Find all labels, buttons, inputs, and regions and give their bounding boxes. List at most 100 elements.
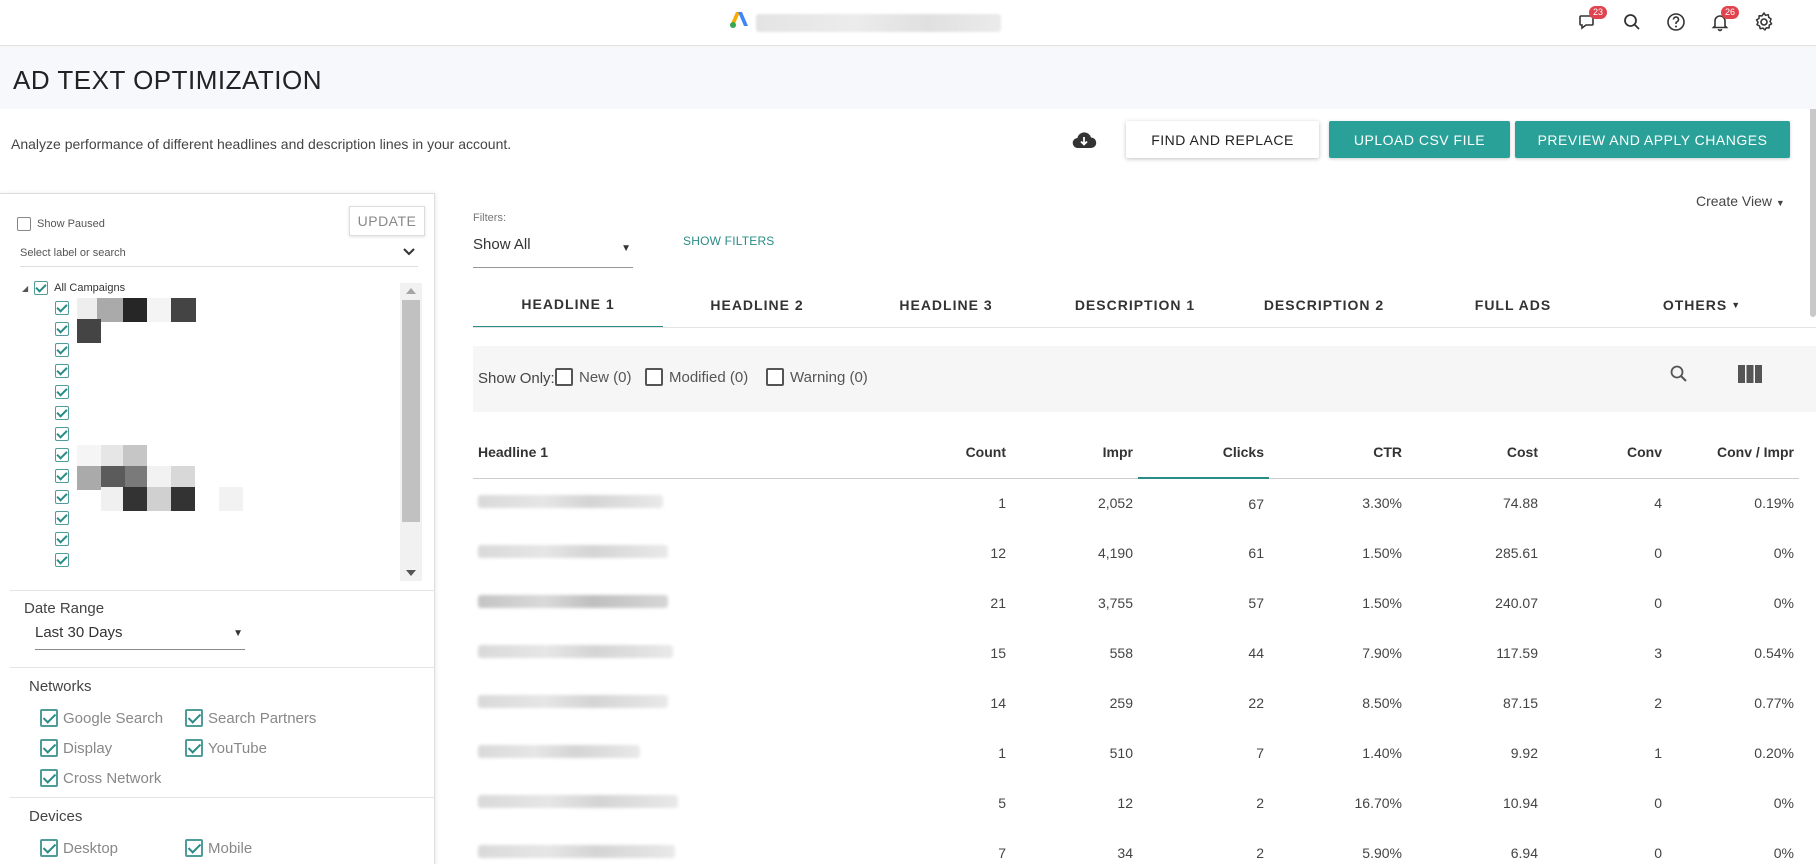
campaign-checkbox[interactable] — [55, 447, 69, 462]
col-cost[interactable]: Cost — [1407, 426, 1543, 479]
scroll-thumb[interactable] — [402, 300, 420, 522]
network-google-search-checkbox[interactable]: Google Search — [40, 709, 163, 727]
all-campaigns-checkbox[interactable] — [34, 281, 49, 295]
preview-apply-button[interactable]: PREVIEW AND APPLY CHANGES — [1515, 121, 1790, 158]
col-conv[interactable]: Conv — [1543, 426, 1667, 479]
campaign-row[interactable] — [22, 465, 402, 490]
columns-icon[interactable] — [1738, 365, 1762, 388]
network-display-checkbox[interactable]: Display — [40, 739, 112, 757]
col-conv-impr[interactable]: Conv / Impr — [1667, 426, 1799, 479]
table-row[interactable]: 12 4,190 61 1.50% 285.61 0 0% — [473, 528, 1799, 578]
device-mobile-checkbox[interactable]: Mobile — [185, 839, 252, 857]
campaign-row[interactable] — [22, 507, 402, 528]
campaign-checkbox[interactable] — [55, 489, 69, 504]
filters-value: Show All — [473, 236, 531, 253]
label-search-input[interactable]: Select label or search — [20, 247, 418, 267]
show-new-checkbox[interactable]: New (0) — [555, 368, 632, 386]
campaign-checkbox[interactable] — [55, 405, 69, 420]
cell-count: 1 — [998, 745, 1006, 761]
tab-headline-2[interactable]: HEADLINE 2 — [662, 282, 852, 328]
campaign-row[interactable] — [22, 318, 402, 343]
col-ctr[interactable]: CTR — [1269, 426, 1407, 479]
table-search-icon[interactable] — [1669, 364, 1689, 389]
table-row[interactable]: 21 3,755 57 1.50% 240.07 0 0% — [473, 578, 1799, 628]
account-selector[interactable] — [730, 12, 1001, 33]
table-row[interactable]: 1 2,052 67 3.30% 74.88 4 0.19% — [473, 478, 1799, 528]
network-search-partners-checkbox[interactable]: Search Partners — [185, 709, 316, 727]
campaign-checkbox[interactable] — [55, 321, 69, 336]
table-row[interactable]: 1 510 7 1.40% 9.92 1 0.20% — [473, 728, 1799, 778]
scroll-up-icon[interactable] — [406, 288, 416, 294]
network-youtube-checkbox[interactable]: YouTube — [185, 739, 267, 757]
campaign-row[interactable] — [22, 549, 402, 570]
show-filters-link[interactable]: SHOW FILTERS — [683, 234, 775, 248]
chevron-down-icon[interactable] — [402, 247, 416, 260]
help-icon[interactable] — [1664, 9, 1688, 35]
campaign-checkbox[interactable] — [55, 531, 69, 546]
show-paused-checkbox[interactable]: Show Paused — [17, 217, 105, 231]
col-impr[interactable]: Impr — [1011, 426, 1138, 479]
campaign-checkbox[interactable] — [55, 552, 69, 567]
campaign-row[interactable] — [22, 444, 402, 469]
cell-conv-impr: 0% — [1773, 795, 1794, 811]
device-desktop-checkbox[interactable]: Desktop — [40, 839, 118, 857]
chat-icon[interactable]: 23 — [1576, 6, 1607, 35]
search-icon[interactable] — [1620, 9, 1644, 35]
campaign-checkbox[interactable] — [55, 363, 69, 378]
table-row[interactable]: 7 34 2 5.90% 6.94 0 0% — [473, 828, 1799, 864]
campaign-row[interactable] — [22, 360, 402, 381]
campaign-row[interactable] — [22, 381, 402, 402]
campaign-checkbox[interactable] — [55, 384, 69, 399]
campaign-row[interactable] — [22, 423, 402, 444]
campaign-row[interactable] — [22, 402, 402, 423]
network-cross-network-checkbox[interactable]: Cross Network — [40, 769, 161, 787]
show-only-bar: Show Only: New (0) Modified (0) Warning … — [473, 346, 1816, 412]
col-headline-1[interactable]: Headline 1 — [473, 426, 883, 479]
tab-headline-3[interactable]: HEADLINE 3 — [851, 282, 1041, 328]
cloud-download-icon[interactable] — [1071, 130, 1097, 155]
tree-root[interactable]: ◢ All Campaigns — [22, 279, 402, 297]
campaign-checkbox[interactable] — [55, 510, 69, 525]
col-count[interactable]: Count — [883, 426, 1011, 479]
tab-description-2[interactable]: DESCRIPTION 2 — [1229, 282, 1419, 328]
campaign-row[interactable] — [22, 339, 402, 360]
campaign-row[interactable] — [22, 486, 402, 511]
tab-others[interactable]: OTHERS ▼ — [1607, 282, 1797, 328]
gear-icon[interactable] — [1752, 9, 1776, 35]
filters-select[interactable]: Show All ▼ — [473, 231, 633, 268]
create-view-dropdown[interactable]: Create View ▼ — [1696, 193, 1785, 209]
find-replace-button[interactable]: FIND AND REPLACE — [1126, 121, 1319, 158]
headline-text — [478, 495, 663, 509]
show-modified-checkbox[interactable]: Modified (0) — [645, 368, 748, 386]
table-row[interactable]: 15 558 44 7.90% 117.59 3 0.54% — [473, 628, 1799, 678]
campaign-checkbox[interactable] — [55, 426, 69, 441]
col-clicks[interactable]: Clicks — [1138, 426, 1269, 479]
tree-scrollbar[interactable] — [400, 283, 422, 581]
campaign-checkbox[interactable] — [55, 300, 69, 315]
campaign-checkbox[interactable] — [55, 573, 69, 574]
cell-impr: 259 — [1109, 695, 1133, 711]
cell-conv: 4 — [1654, 495, 1662, 512]
tab-full-ads[interactable]: FULL ADS — [1418, 282, 1608, 328]
date-range-select[interactable]: Last 30 Days ▼ — [35, 624, 245, 650]
campaign-row[interactable] — [22, 528, 402, 549]
cell-impr: 2,052 — [1097, 495, 1133, 512]
checkbox-icon — [40, 709, 58, 727]
campaign-checkbox[interactable] — [55, 342, 69, 357]
tab-description-1[interactable]: DESCRIPTION 1 — [1040, 282, 1230, 328]
bell-icon[interactable]: 26 — [1708, 6, 1739, 35]
upload-csv-button[interactable]: UPLOAD CSV FILE — [1329, 121, 1510, 158]
show-only-label: Show Only: — [478, 370, 555, 387]
cell-count: 21 — [990, 595, 1006, 611]
campaign-row[interactable] — [22, 570, 402, 574]
campaign-checkbox[interactable] — [55, 468, 69, 483]
update-button[interactable]: UPDATE — [349, 206, 425, 236]
show-warning-checkbox[interactable]: Warning (0) — [766, 368, 868, 386]
table-row[interactable]: 5 12 2 16.70% 10.94 0 0% — [473, 778, 1799, 828]
tab-headline-1[interactable]: HEADLINE 1 — [473, 282, 663, 328]
campaign-row[interactable] — [22, 297, 402, 322]
collapse-triangle-icon[interactable]: ◢ — [22, 284, 28, 293]
table-row[interactable]: 14 259 22 8.50% 87.15 2 0.77% — [473, 678, 1799, 728]
tab-others-label: OTHERS — [1662, 297, 1728, 313]
scroll-down-icon[interactable] — [406, 570, 416, 576]
